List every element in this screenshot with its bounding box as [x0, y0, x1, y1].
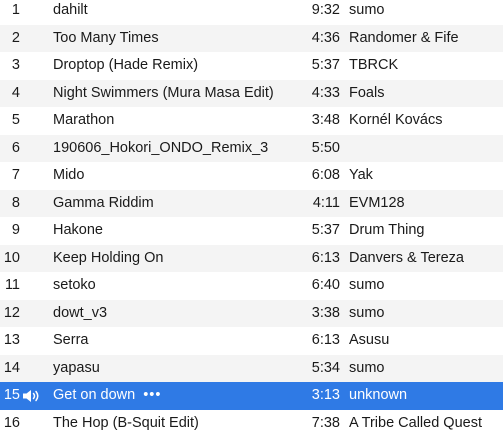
track-time: 7:38 — [311, 414, 340, 431]
track-artist: Kornél Kovács — [349, 112, 443, 128]
track-title: Night Swimmers (Mura Masa Edit) — [53, 84, 274, 101]
track-artist: sumo — [349, 2, 385, 18]
speaker-playing-icon[interactable] — [22, 382, 44, 410]
track-row[interactable]: 6 190606_Hokori_ONDO_Remix_3 5:50 — [0, 134, 503, 163]
track-title: dahilt — [53, 2, 88, 18]
track-number: 9 — [11, 222, 20, 238]
track-artist: Yak — [349, 167, 373, 183]
track-artist — [349, 135, 503, 163]
track-number: 6 — [11, 139, 20, 156]
track-number: 12 — [3, 304, 20, 321]
track-time: 6:13 — [311, 332, 340, 348]
track-list: 1 dahilt 9:32 sumo 2 Too Many Times 4:36… — [0, 0, 503, 437]
track-title: Hakone — [53, 222, 103, 238]
track-artist: TBRCK — [349, 57, 399, 73]
track-row[interactable]: 12 dowt_v3 3:38 sumo — [0, 299, 503, 327]
track-time: 5:37 — [311, 222, 340, 238]
track-time: 3:38 — [311, 304, 340, 321]
track-time: 6:13 — [311, 249, 340, 266]
track-row[interactable]: 16 The Hop (B-Squit Edit) 7:38 A Tribe C… — [0, 410, 503, 437]
track-artist: A Tribe Called Quest — [349, 414, 482, 431]
track-artist: Drum Thing — [349, 222, 425, 238]
track-number: 3 — [11, 57, 20, 73]
track-title: Serra — [53, 332, 89, 348]
track-title: Gamma Riddim — [53, 194, 154, 211]
track-number: 7 — [11, 167, 20, 183]
track-number: 16 — [3, 414, 20, 431]
track-time: 5:37 — [311, 57, 340, 73]
track-title: Keep Holding On — [53, 249, 164, 266]
track-artist: sumo — [349, 277, 385, 293]
track-title: setoko — [53, 277, 96, 293]
track-artist: unknown — [349, 387, 408, 403]
track-number: 15 — [3, 387, 20, 403]
track-artist: Randomer & Fife — [349, 29, 459, 46]
track-title: 190606_Hokori_ONDO_Remix_3 — [53, 139, 269, 156]
track-number: 4 — [11, 84, 20, 101]
track-artist: Danvers & Tereza — [349, 249, 464, 266]
track-time: 4:11 — [312, 194, 340, 211]
track-row[interactable]: 9 Hakone 5:37 Drum Thing — [0, 217, 503, 245]
track-row[interactable]: 11 setoko 6:40 sumo — [0, 272, 503, 300]
track-artist: Foals — [349, 84, 385, 101]
track-time: 5:50 — [311, 139, 340, 156]
track-title: yapasu — [53, 359, 100, 376]
track-time: 3:13 — [311, 387, 340, 403]
track-row[interactable]: 14 yapasu 5:34 sumo — [0, 354, 503, 382]
track-time: 3:48 — [311, 112, 340, 128]
track-artist: sumo — [349, 359, 385, 376]
track-title-text: Get on down — [53, 387, 136, 403]
track-row[interactable]: 5 Marathon 3:48 Kornél Kovács — [0, 107, 503, 135]
track-title: Mido — [53, 167, 85, 183]
track-artist: EVM128 — [349, 194, 405, 211]
track-title: Get on down ••• — [53, 382, 298, 410]
track-row-now-playing[interactable]: 15 Get on down ••• 3:13 unknown — [0, 382, 503, 410]
track-number: 11 — [4, 277, 20, 293]
track-title: Marathon — [53, 112, 115, 128]
track-time: 4:36 — [311, 29, 340, 46]
track-row[interactable]: 4 Night Swimmers (Mura Masa Edit) 4:33 F… — [0, 79, 503, 107]
track-row[interactable]: 7 Mido 6:08 Yak — [0, 162, 503, 190]
track-time: 5:34 — [311, 359, 340, 376]
track-number: 10 — [3, 249, 20, 266]
track-time: 6:40 — [311, 277, 340, 293]
track-number: 1 — [11, 2, 20, 18]
track-time: 6:08 — [311, 167, 340, 183]
track-title: Too Many Times — [53, 29, 159, 46]
track-number: 2 — [11, 29, 20, 46]
track-row[interactable]: 10 Keep Holding On 6:13 Danvers & Tereza — [0, 244, 503, 272]
track-number: 8 — [11, 194, 20, 211]
track-artist: Asusu — [349, 332, 390, 348]
track-number: 14 — [3, 359, 20, 376]
track-artist: sumo — [349, 304, 385, 321]
track-row[interactable]: 3 Droptop (Hade Remix) 5:37 TBRCK — [0, 52, 503, 80]
track-row[interactable]: 13 Serra 6:13 Asusu — [0, 327, 503, 355]
track-title: dowt_v3 — [53, 304, 108, 321]
track-row[interactable]: 8 Gamma Riddim 4:11 EVM128 — [0, 189, 503, 217]
track-number: 13 — [3, 332, 20, 348]
track-time: 4:33 — [311, 84, 340, 101]
track-row[interactable]: 1 dahilt 9:32 sumo — [0, 0, 503, 25]
track-title: The Hop (B-Squit Edit) — [53, 414, 199, 431]
track-time: 9:32 — [311, 2, 340, 18]
track-row[interactable]: 2 Too Many Times 4:36 Randomer & Fife — [0, 24, 503, 52]
more-options-button[interactable]: ••• — [143, 387, 161, 403]
track-number: 5 — [11, 112, 20, 128]
track-title: Droptop (Hade Remix) — [53, 57, 199, 73]
